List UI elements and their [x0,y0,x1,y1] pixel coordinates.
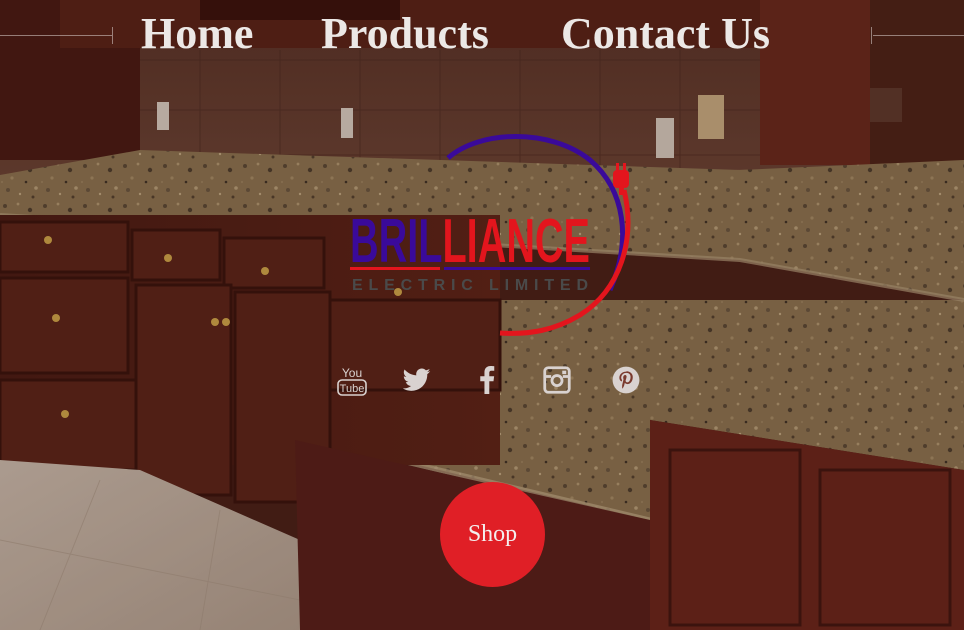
nav-divider-right [873,35,964,36]
svg-text:You: You [342,366,362,380]
logo-text-bril: BRIL [350,207,442,276]
nav-divider-left [0,35,112,36]
shop-button[interactable]: Shop [440,482,545,587]
nav-divider-right-cap [871,27,872,44]
twitter-icon[interactable] [399,362,435,398]
top-navigation: Home Products Contact Us [0,0,964,70]
nav-link-contact-us[interactable]: Contact Us [561,6,770,62]
nav-link-products[interactable]: Products [321,6,489,62]
logo-tagline: ELECTRIC LIMITED [352,277,588,294]
facebook-icon[interactable] [469,362,505,398]
svg-text:BRILLIANCE: BRILLIANCE [350,207,590,276]
youtube-icon[interactable]: You Tube [334,362,370,398]
logo-text-liance: LIANCE [442,207,590,276]
brilliance-logo: BRILLIANCE ELECTRIC LIMITED [350,134,631,336]
pinterest-icon[interactable] [608,362,644,398]
svg-text:Tube: Tube [340,383,365,395]
nav-divider-left-cap [112,27,113,44]
nav-link-home[interactable]: Home [141,6,253,62]
instagram-icon[interactable] [539,362,575,398]
